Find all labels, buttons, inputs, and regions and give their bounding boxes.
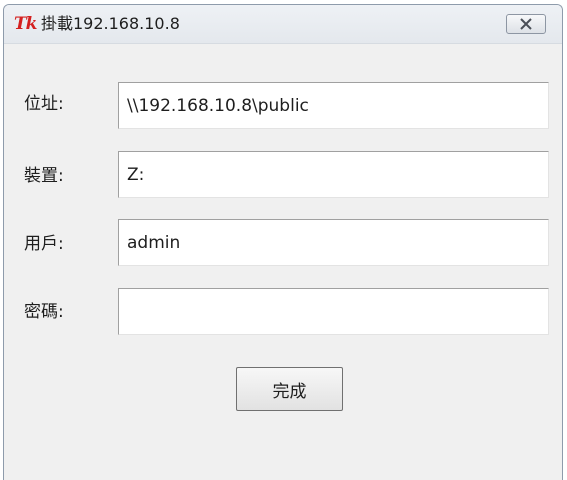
- address-label: 位址:: [24, 94, 64, 114]
- window-title: 掛載192.168.10.8: [41, 14, 180, 33]
- mount-dialog-window: Tk 掛載192.168.10.8 位址: 裝置: 用戶: 密碼: 完成: [3, 4, 563, 480]
- close-icon: [520, 18, 532, 30]
- device-input[interactable]: [118, 151, 549, 198]
- password-label: 密碼:: [24, 302, 64, 322]
- address-input[interactable]: [118, 82, 549, 129]
- close-button[interactable]: [506, 14, 546, 34]
- title-bar: Tk 掛載192.168.10.8: [4, 5, 562, 44]
- user-input[interactable]: [118, 219, 549, 266]
- device-label: 裝置:: [24, 166, 64, 186]
- tk-app-icon: Tk: [14, 14, 37, 34]
- password-input[interactable]: [118, 288, 549, 335]
- user-label: 用戶:: [24, 234, 64, 254]
- done-button[interactable]: 完成: [236, 367, 343, 411]
